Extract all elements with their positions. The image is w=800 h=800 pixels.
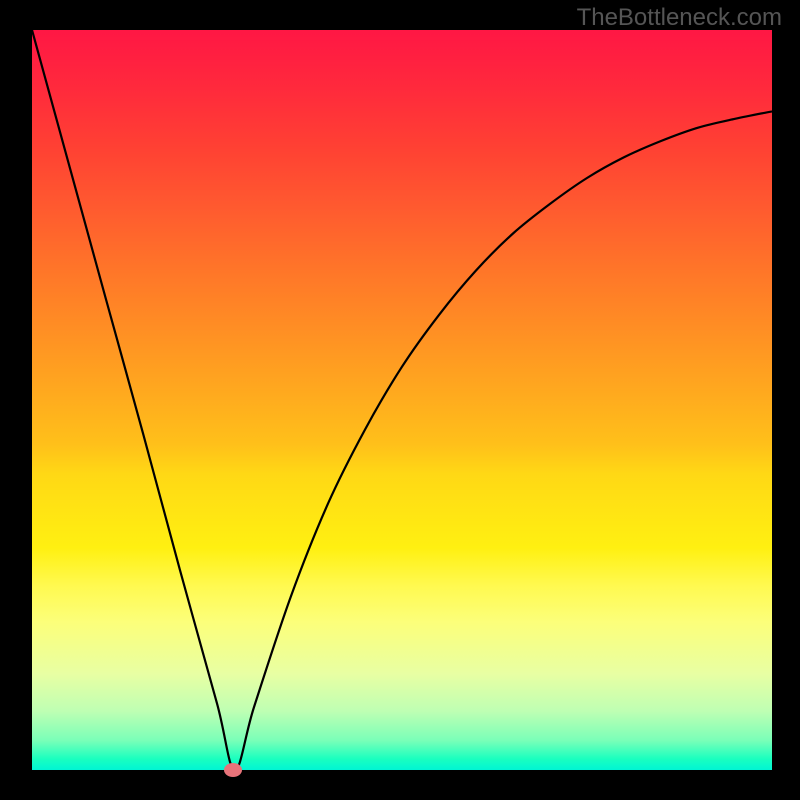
chart-plot-area <box>32 30 772 770</box>
watermark-text: TheBottleneck.com <box>577 4 782 32</box>
chart-minimum-marker <box>224 763 242 777</box>
chart-curve <box>32 30 772 770</box>
chart-curve-svg <box>32 30 772 770</box>
